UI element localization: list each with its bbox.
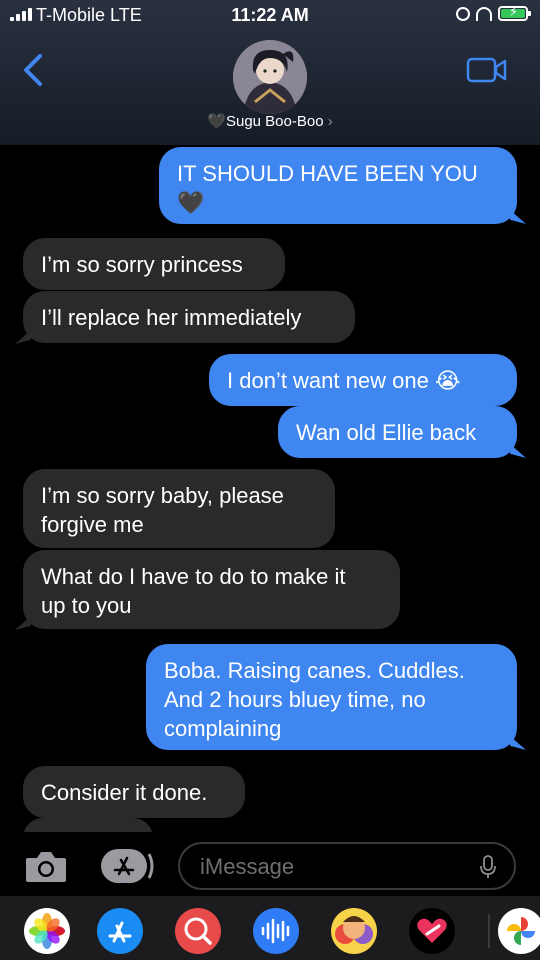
sent-message-bubble[interactable]: Wan old Ellie back bbox=[278, 406, 517, 458]
camera-icon[interactable] bbox=[24, 848, 68, 884]
alarm-icon bbox=[456, 6, 470, 21]
contact-avatar[interactable] bbox=[233, 40, 307, 114]
photos-app-icon[interactable] bbox=[24, 908, 70, 954]
battery-charging-icon: ⚡ bbox=[498, 4, 531, 21]
sent-message-bubble[interactable]: Boba. Raising canes. Cuddles. And 2 hour… bbox=[146, 644, 517, 750]
received-message-bubble[interactable]: I’m so sorry princess bbox=[23, 238, 285, 290]
microphone-icon[interactable] bbox=[480, 855, 496, 879]
received-message-bubble[interactable]: I’ll replace her immediately bbox=[23, 291, 355, 343]
message-input[interactable]: iMessage bbox=[178, 842, 516, 890]
digital-touch-icon[interactable] bbox=[409, 908, 455, 954]
chevron-right-icon: › bbox=[327, 113, 333, 130]
app-store-app-icon[interactable] bbox=[97, 908, 143, 954]
facetime-video-icon[interactable] bbox=[466, 57, 508, 83]
received-message-bubble[interactable]: Consider it done. bbox=[23, 766, 245, 818]
contact-name: Sugu Boo-Boo bbox=[225, 113, 324, 130]
images-search-icon[interactable] bbox=[175, 908, 221, 954]
audio-message-icon[interactable] bbox=[253, 908, 299, 954]
sent-message-bubble[interactable]: I don’t want new one 😭 bbox=[209, 354, 517, 406]
contact-name-button[interactable]: 🖤Sugu Boo-Boo › bbox=[0, 112, 540, 130]
app-store-icon[interactable] bbox=[99, 846, 155, 886]
black-heart-icon: 🖤 bbox=[207, 113, 226, 130]
status-bar: T-Mobile LTE 11:22 AM ⚡ bbox=[0, 0, 540, 32]
headphones-icon bbox=[476, 6, 492, 21]
message-input-placeholder: iMessage bbox=[200, 854, 295, 879]
app-drawer-divider bbox=[488, 914, 490, 948]
sent-message-bubble[interactable]: IT SHOULD HAVE BEEN YOU 🖤 bbox=[159, 147, 517, 224]
google-photos-icon[interactable] bbox=[498, 908, 540, 954]
bubble-tail bbox=[15, 330, 31, 344]
received-message-bubble[interactable]: I’m so sorry baby, please forgive me bbox=[23, 469, 335, 548]
memoji-stickers-icon[interactable] bbox=[331, 908, 377, 954]
received-message-bubble[interactable]: What do I have to do to make it up to yo… bbox=[23, 550, 400, 629]
back-chevron-icon[interactable] bbox=[20, 52, 50, 88]
